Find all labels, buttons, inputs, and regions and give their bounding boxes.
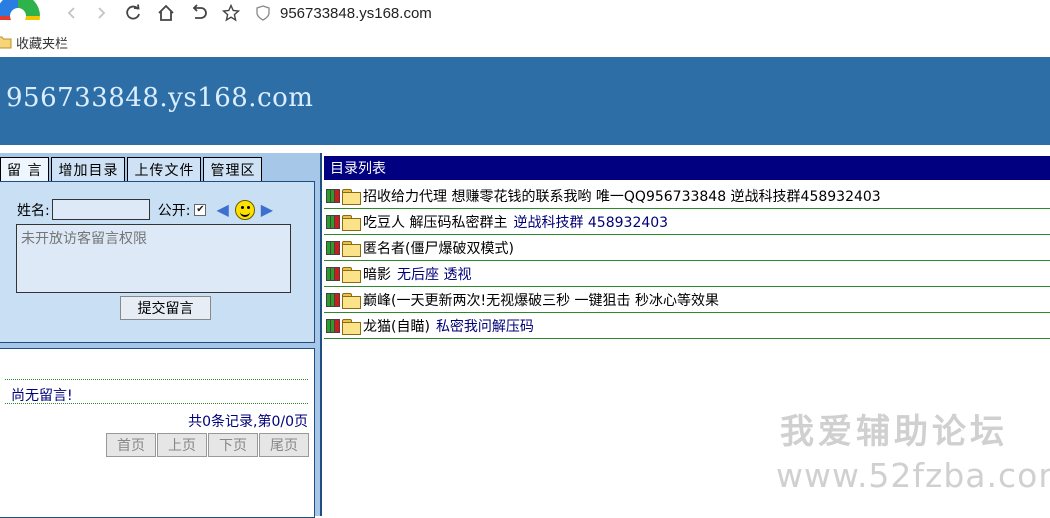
- status-bars-icon: [326, 214, 340, 229]
- folder-icon: [342, 240, 361, 257]
- pager: 首页 上页 下页 尾页: [106, 433, 310, 457]
- form-row: 姓名: 公开: ✔ ◀ ▶: [17, 199, 273, 220]
- directory-name[interactable]: 吃豆人 解压码私密群主: [363, 212, 507, 232]
- directory-item[interactable]: 招收给力代理 想赚零花钱的联系我哟 唯一QQ956733848 逆战科技群458…: [324, 183, 1050, 209]
- status-bars-icon: [326, 188, 340, 203]
- site-banner: 956733848.ys168.com: [0, 57, 1050, 145]
- message-textarea[interactable]: [16, 224, 291, 293]
- record-info: 共0条记录,第0/0页: [188, 414, 308, 430]
- watermark-text: 我爱辅助论坛: [780, 412, 1008, 452]
- message-list: 尚无留言! 共0条记录,第0/0页 首页 上页 下页 尾页: [0, 348, 315, 518]
- shield-icon: [256, 5, 270, 21]
- empty-message: 尚无留言!: [11, 388, 73, 404]
- folder-icon: [342, 188, 361, 205]
- directory-name[interactable]: 招收给力代理 想赚零花钱的联系我哟 唯一QQ956733848 逆战科技群458…: [363, 186, 881, 206]
- folder-icon: [342, 214, 361, 231]
- address-bar[interactable]: 956733848.ys168.com: [256, 2, 1016, 24]
- status-bars-icon: [326, 240, 340, 255]
- favorite-star-icon[interactable]: [219, 1, 243, 25]
- status-bars-icon: [326, 318, 340, 333]
- directory-item[interactable]: 龙猫(自瞄) 私密我问解压码: [324, 313, 1050, 339]
- directory-name[interactable]: 龙猫(自瞄): [363, 316, 430, 336]
- address-url[interactable]: 956733848.ys168.com: [280, 5, 432, 22]
- first-page-button[interactable]: 首页: [106, 433, 156, 457]
- name-input[interactable]: [51, 199, 150, 220]
- submit-message-button[interactable]: 提交留言: [120, 296, 211, 320]
- directory-item[interactable]: 巅峰(一天更新两次!无视爆破三秒 一键狙击 秒冰心等效果: [324, 287, 1050, 313]
- last-page-button[interactable]: 尾页: [259, 433, 309, 457]
- status-bars-icon: [326, 266, 340, 281]
- directory-name[interactable]: 巅峰(一天更新两次!无视爆破三秒 一键狙击 秒冰心等效果: [363, 290, 719, 310]
- directory-item[interactable]: 吃豆人 解压码私密群主 逆战科技群 458932403: [324, 209, 1050, 235]
- prev-emoticon-icon[interactable]: ◀: [216, 200, 228, 219]
- reload-icon[interactable]: [121, 1, 145, 25]
- directory-header: 目录列表: [324, 156, 1050, 180]
- guestbook-form: 姓名: 公开: ✔ ◀ ▶ 提交留言: [0, 181, 315, 343]
- directory-note: 无后座 透视: [397, 266, 472, 283]
- divider: [5, 403, 308, 404]
- left-panel: 留 言 增加目录 上传文件 管理区 姓名: 公开: ✔ ◀ ▶ 提交留言 尚无留…: [0, 153, 320, 518]
- status-bars-icon: [326, 292, 340, 307]
- directory-name[interactable]: 匿名者(僵尸爆破双模式): [363, 238, 514, 258]
- site-title: 956733848.ys168.com: [6, 83, 314, 113]
- next-page-button[interactable]: 下页: [208, 433, 258, 457]
- folder-icon: [342, 292, 361, 309]
- divider: [5, 379, 308, 380]
- tab-guestbook[interactable]: 留 言: [0, 157, 50, 181]
- name-label: 姓名:: [17, 202, 50, 219]
- bookmark-folder-icon[interactable]: [0, 35, 12, 49]
- browser-toolbar: 956733848.ys168.com: [0, 0, 1050, 27]
- forward-arrow-icon[interactable]: [89, 1, 113, 25]
- home-icon[interactable]: [154, 1, 178, 25]
- tab-admin[interactable]: 管理区: [203, 157, 263, 181]
- prev-page-button[interactable]: 上页: [157, 433, 207, 457]
- public-checkbox[interactable]: ✔: [194, 203, 207, 216]
- folder-icon: [342, 266, 361, 283]
- tab-bar: 留 言 增加目录 上传文件 管理区: [0, 157, 264, 181]
- tab-upload-file[interactable]: 上传文件: [127, 157, 202, 181]
- bookmarks-bar: 收藏夹栏: [0, 28, 1050, 56]
- watermark-url: www.52fzba.com: [776, 456, 1050, 495]
- next-emoticon-icon[interactable]: ▶: [261, 200, 273, 219]
- smiley-icon[interactable]: [234, 199, 255, 220]
- folder-icon: [342, 318, 361, 335]
- browser-logo-icon[interactable]: [0, 0, 44, 20]
- directory-item[interactable]: 匿名者(僵尸爆破双模式): [324, 235, 1050, 261]
- directory-note: 私密我问解压码: [435, 318, 534, 335]
- directory-item[interactable]: 暗影 无后座 透视: [324, 261, 1050, 287]
- back-arrow-icon[interactable]: [60, 1, 84, 25]
- directory-list: 招收给力代理 想赚零花钱的联系我哟 唯一QQ956733848 逆战科技群458…: [324, 183, 1050, 339]
- bookmarks-label[interactable]: 收藏夹栏: [16, 33, 68, 52]
- public-label: 公开:: [157, 202, 191, 219]
- tab-add-directory[interactable]: 增加目录: [51, 157, 126, 181]
- undo-icon[interactable]: [187, 1, 211, 25]
- directory-name[interactable]: 暗影: [363, 264, 391, 284]
- directory-note: 逆战科技群 458932403: [513, 214, 669, 231]
